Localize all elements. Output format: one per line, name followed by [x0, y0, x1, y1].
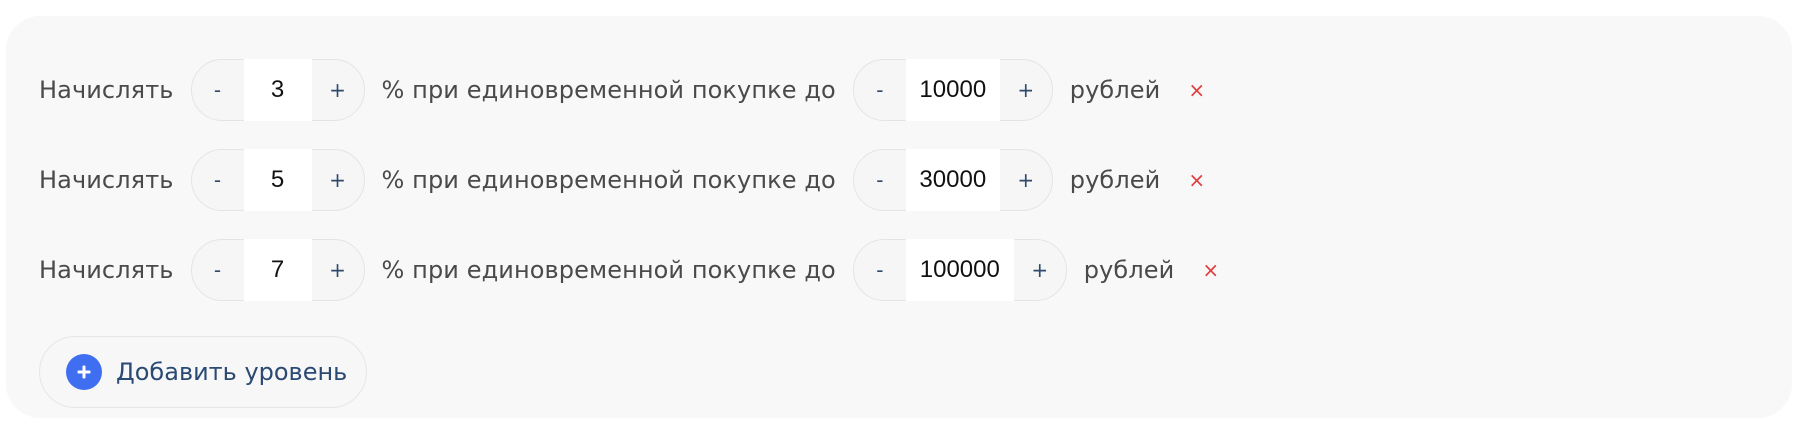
- remove-tier-icon[interactable]: ×: [1188, 80, 1205, 100]
- add-level-label: Добавить уровень: [116, 358, 348, 386]
- percent-decrement-button[interactable]: -: [192, 59, 244, 121]
- amount-increment-button[interactable]: +: [1000, 59, 1052, 121]
- amount-increment-button[interactable]: +: [1000, 149, 1052, 211]
- amount-stepper[interactable]: - 30000 +: [852, 149, 1053, 211]
- amount-increment-button[interactable]: +: [1014, 239, 1066, 301]
- loyalty-tiers-panel: Начислять - 3 + % при единовременной пок…: [6, 16, 1792, 418]
- tier-middle-label: % при единовременной покупке до: [381, 76, 836, 104]
- tier-suffix-label: рублей: [1069, 76, 1161, 104]
- remove-tier-icon[interactable]: ×: [1202, 260, 1219, 280]
- percent-stepper[interactable]: - 5 +: [190, 149, 365, 211]
- plus-icon: [77, 365, 91, 379]
- amount-decrement-button[interactable]: -: [854, 239, 906, 301]
- amount-decrement-button[interactable]: -: [854, 59, 906, 121]
- add-level-button[interactable]: Добавить уровень: [39, 336, 367, 408]
- amount-stepper[interactable]: - 100000 +: [852, 239, 1067, 301]
- percent-value-field[interactable]: 5: [243, 149, 312, 211]
- amount-value-field[interactable]: 100000: [905, 239, 1014, 301]
- tier-suffix-label: рублей: [1069, 166, 1161, 194]
- amount-stepper[interactable]: - 10000 +: [852, 59, 1053, 121]
- percent-stepper[interactable]: - 7 +: [190, 239, 365, 301]
- tier-prefix-label: Начислять: [39, 256, 174, 284]
- amount-value-field[interactable]: 30000: [905, 149, 1000, 211]
- tier-row: Начислять - 5 + % при единовременной пок…: [39, 148, 1205, 212]
- tier-middle-label: % при единовременной покупке до: [381, 166, 836, 194]
- percent-value-field[interactable]: 3: [243, 59, 312, 121]
- percent-increment-button[interactable]: +: [312, 239, 364, 301]
- percent-increment-button[interactable]: +: [312, 149, 364, 211]
- amount-decrement-button[interactable]: -: [854, 149, 906, 211]
- percent-value-field[interactable]: 7: [243, 239, 312, 301]
- plus-circle-icon: [66, 354, 102, 390]
- tier-row: Начислять - 7 + % при единовременной пок…: [39, 238, 1219, 302]
- tier-middle-label: % при единовременной покупке до: [381, 256, 836, 284]
- amount-value-field[interactable]: 10000: [905, 59, 1000, 121]
- percent-decrement-button[interactable]: -: [192, 239, 244, 301]
- tier-prefix-label: Начислять: [39, 76, 174, 104]
- tier-prefix-label: Начислять: [39, 166, 174, 194]
- percent-stepper[interactable]: - 3 +: [190, 59, 365, 121]
- percent-increment-button[interactable]: +: [312, 59, 364, 121]
- percent-decrement-button[interactable]: -: [192, 149, 244, 211]
- remove-tier-icon[interactable]: ×: [1188, 170, 1205, 190]
- tier-row: Начислять - 3 + % при единовременной пок…: [39, 58, 1205, 122]
- tier-suffix-label: рублей: [1083, 256, 1175, 284]
